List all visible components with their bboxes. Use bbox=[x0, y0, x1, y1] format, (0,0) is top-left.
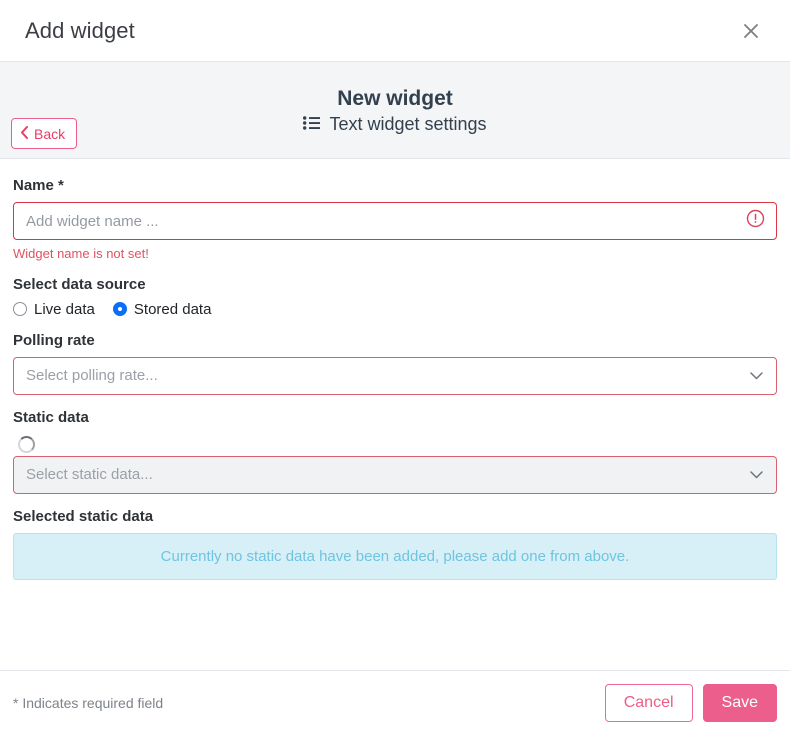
back-button[interactable]: Back bbox=[11, 118, 78, 149]
radio-stored-data-mark bbox=[112, 302, 127, 317]
name-label: Name * bbox=[13, 177, 64, 194]
chevron-down-icon bbox=[750, 367, 763, 384]
chevron-down-icon bbox=[750, 466, 763, 483]
selected-static-data-group: Selected static data Currently no static… bbox=[13, 508, 777, 580]
back-button-label: Back bbox=[34, 125, 66, 142]
name-input-wrap bbox=[13, 202, 777, 240]
name-field-group: Name * Widget name is not set! bbox=[13, 177, 777, 262]
static-data-loading-row bbox=[13, 434, 777, 456]
modal-header: Add widget bbox=[0, 0, 790, 62]
modal-body: Name * Widget name is not set! Select da… bbox=[0, 159, 790, 670]
page-title: Add widget bbox=[25, 17, 135, 43]
radio-live-data-mark bbox=[13, 302, 27, 317]
static-data-select[interactable]: Select static data... bbox=[13, 455, 777, 494]
static-data-placeholder: Select static data... bbox=[26, 466, 153, 484]
data-source-radio-row: Live data Stored data bbox=[13, 301, 777, 318]
selected-static-data-empty-box: Currently no static data have been added… bbox=[13, 532, 777, 580]
radio-live-data[interactable]: Live data bbox=[13, 301, 95, 318]
widget-sub-header: New widget Text widget settings Back bbox=[0, 62, 790, 159]
polling-rate-label: Polling rate bbox=[13, 331, 95, 349]
polling-rate-group: Polling rate Select polling rate... bbox=[13, 332, 777, 395]
spinner-icon bbox=[18, 436, 35, 454]
required-field-note: * Indicates required field bbox=[13, 695, 164, 711]
widget-name-input[interactable] bbox=[13, 202, 777, 240]
data-source-group: Select data source Live data Stored data bbox=[13, 276, 777, 318]
static-data-label: Static data bbox=[13, 408, 89, 426]
selected-static-data-label: Selected static data bbox=[13, 507, 154, 525]
sub-header-center: New widget Text widget settings bbox=[0, 62, 790, 158]
cancel-button[interactable]: Cancel bbox=[604, 684, 693, 722]
radio-stored-data[interactable]: Stored data bbox=[112, 300, 212, 318]
close-button[interactable] bbox=[734, 14, 768, 48]
list-icon bbox=[303, 115, 321, 133]
modal-footer: * Indicates required field Cancel Save bbox=[0, 670, 790, 735]
close-icon bbox=[741, 21, 761, 41]
data-source-label: Select data source bbox=[13, 275, 146, 293]
chevron-left-icon bbox=[20, 125, 29, 142]
polling-rate-placeholder: Select polling rate... bbox=[26, 367, 158, 385]
add-widget-modal: Add widget New widget Text widget settin… bbox=[0, 0, 790, 735]
save-button[interactable]: Save bbox=[702, 684, 777, 722]
radio-live-data-label: Live data bbox=[34, 300, 95, 318]
radio-stored-data-label: Stored data bbox=[133, 300, 212, 318]
static-data-group: Static data Select static data... bbox=[13, 409, 777, 494]
polling-rate-select[interactable]: Select polling rate... bbox=[13, 356, 777, 395]
footer-buttons: Cancel Save bbox=[604, 684, 777, 722]
widget-settings-label-row: Text widget settings bbox=[303, 113, 487, 134]
name-error-message: Widget name is not set! bbox=[13, 246, 149, 261]
selected-static-data-empty-message: Currently no static data have been added… bbox=[160, 547, 630, 565]
widget-settings-label: Text widget settings bbox=[329, 113, 487, 134]
widget-title: New widget bbox=[337, 86, 453, 110]
